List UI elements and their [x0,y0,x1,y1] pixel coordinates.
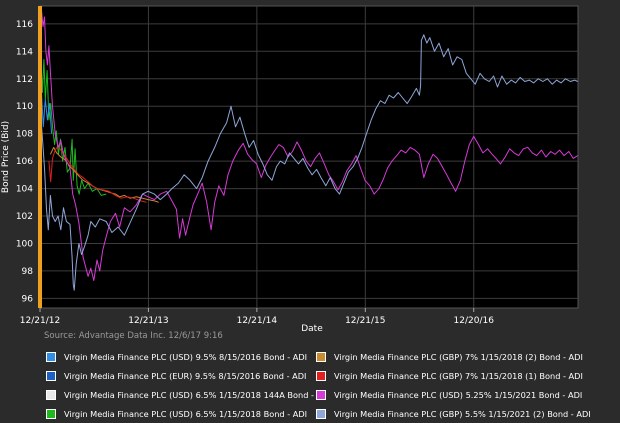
y-tick-label: 116 [16,20,33,30]
legend-swatch [316,351,326,362]
legend-item[interactable]: Virgin Media Finance PLC (GBP) 7% 1/15/2… [316,347,616,366]
y-tick-label: 102 [16,212,33,222]
legend-label: Virgin Media Finance PLC (GBP) 5.5% 1/15… [334,408,591,419]
legend-label: Virgin Media Finance PLC (USD) 5.25% 1/1… [334,389,583,400]
legend-swatch [46,370,56,381]
y-tick-label: 96 [22,294,34,304]
y-tick-label: 108 [16,130,33,140]
legend-swatch [46,408,56,419]
legend-item[interactable]: Virgin Media Finance PLC (USD) 6.5% 1/15… [46,404,316,423]
x-tick-label: 12/20/16 [454,316,495,326]
y-tick-label: 114 [16,47,33,57]
legend-item[interactable]: Virgin Media Finance PLC (USD) 6.5% 1/15… [46,385,316,404]
legend-swatch [46,389,56,400]
legend-label: Virgin Media Finance PLC (GBP) 7% 1/15/2… [334,351,583,362]
legend-swatch [46,351,56,362]
legend-label: Virgin Media Finance PLC (USD) 6.5% 1/15… [64,389,316,400]
legend-label: Virgin Media Finance PLC (EUR) 9.5% 8/15… [64,370,307,381]
x-tick-label: 12/21/12 [20,316,60,326]
legend-swatch [316,408,326,419]
y-tick-label: 100 [16,239,33,249]
legend-item[interactable]: Virgin Media Finance PLC (GBP) 7% 1/15/2… [316,366,616,385]
legend: Virgin Media Finance PLC (USD) 9.5% 8/15… [46,347,616,419]
source-caption: Source: Advantage Data Inc. 12/6/17 9:16 [44,331,223,341]
legend-label: Virgin Media Finance PLC (USD) 6.5% 1/15… [64,408,308,419]
legend-item[interactable]: Virgin Media Finance PLC (GBP) 5.5% 1/15… [316,404,616,423]
legend-item[interactable]: Virgin Media Finance PLC (USD) 9.5% 8/15… [46,347,316,366]
y-tick-label: 98 [22,267,34,277]
y-tick-label: 112 [16,75,33,85]
legend-item[interactable]: Virgin Media Finance PLC (EUR) 9.5% 8/15… [46,366,316,385]
legend-item[interactable]: Virgin Media Finance PLC (USD) 5.25% 1/1… [316,385,616,404]
legend-swatch [316,370,326,381]
legend-label: Virgin Media Finance PLC (USD) 9.5% 8/15… [64,351,308,362]
x-axis-title: Date [301,324,323,334]
y-tick-label: 106 [16,157,33,167]
date-range-marker[interactable] [38,6,42,308]
x-tick-label: 12/21/13 [128,316,168,326]
legend-label: Virgin Media Finance PLC (GBP) 7% 1/15/2… [334,370,583,381]
x-tick-label: 12/21/15 [345,316,385,326]
y-tick-label: 110 [16,102,33,112]
x-tick-label: 12/21/14 [237,316,278,326]
y-axis-title: Bond Price (Bid) [1,121,11,193]
legend-swatch [316,389,326,400]
y-tick-label: 104 [16,185,33,195]
